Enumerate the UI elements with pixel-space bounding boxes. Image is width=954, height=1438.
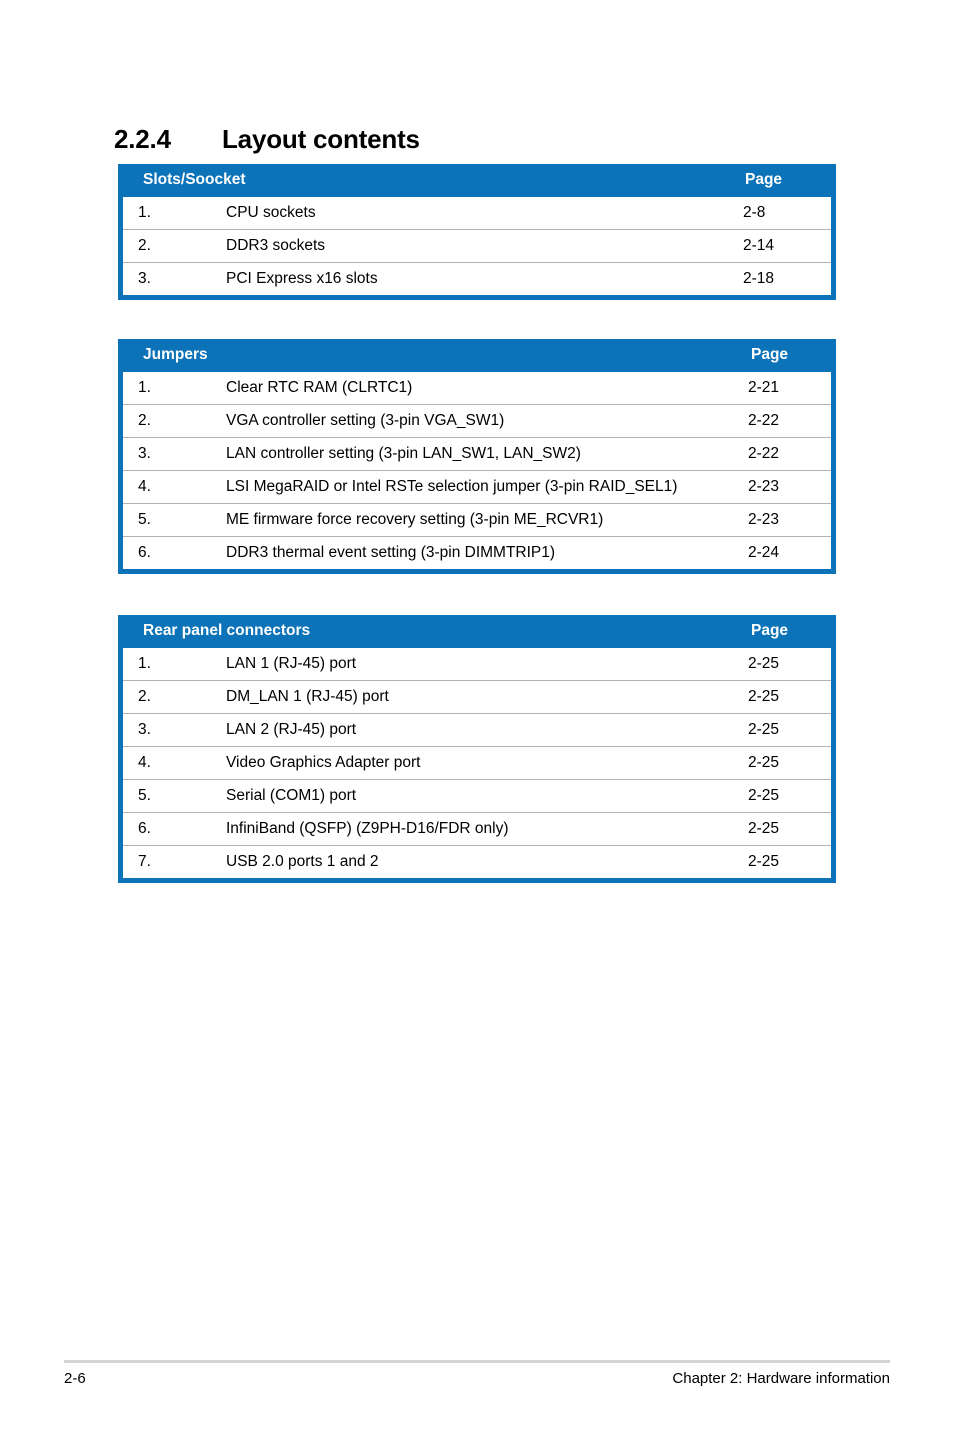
row-label: Clear RTC RAM (CLRTC1) [226, 379, 413, 396]
table-header-row: Jumpers Page [123, 339, 831, 372]
row-label: CPU sockets [226, 204, 316, 221]
row-label: Video Graphics Adapter port [226, 754, 421, 771]
table-body: 1. Clear RTC RAM (CLRTC1) 2-21 2. VGA co… [123, 372, 831, 569]
table-row: 6. InfiniBand (QSFP) (Z9PH-D16/FDR only)… [123, 812, 831, 845]
footer-chapter-label: Chapter 2: Hardware information [672, 1370, 890, 1387]
row-index: 1. [138, 204, 151, 221]
section-title: Layout contents [222, 124, 420, 155]
table-row: 1. LAN 1 (RJ-45) port 2-25 [123, 648, 831, 680]
row-label: InfiniBand (QSFP) (Z9PH-D16/FDR only) [226, 820, 509, 837]
footer-page-number: 2-6 [64, 1370, 86, 1387]
table-row: 4. Video Graphics Adapter port 2-25 [123, 746, 831, 779]
document-page: 2.2.4 Layout contents Slots/Soocket Page … [0, 0, 954, 1438]
table-row: 5. ME firmware force recovery setting (3… [123, 503, 831, 536]
row-page: 2-22 [748, 412, 780, 429]
row-label: PCI Express x16 slots [226, 270, 378, 287]
table-row: 1. CPU sockets 2-8 [123, 197, 831, 229]
row-page: 2-22 [748, 445, 780, 462]
column-header-page: Page [745, 171, 783, 188]
table-body: 1. CPU sockets 2-8 2. DDR3 sockets 2-14 … [123, 197, 831, 295]
row-label: USB 2.0 ports 1 and 2 [226, 853, 379, 870]
row-index: 3. [138, 270, 151, 287]
row-page: 2-25 [748, 754, 780, 771]
row-page: 2-25 [748, 853, 780, 870]
row-index: 1. [138, 379, 151, 396]
row-label: LAN controller setting (3-pin LAN_SW1, L… [226, 445, 581, 462]
row-page: 2-25 [748, 721, 780, 738]
row-index: 4. [138, 754, 151, 771]
row-page: 2-18 [743, 270, 775, 287]
row-page: 2-25 [748, 688, 780, 705]
table-header-row: Rear panel connectors Page [123, 615, 831, 648]
table-row: 5. Serial (COM1) port 2-25 [123, 779, 831, 812]
table-row: 7. USB 2.0 ports 1 and 2 2-25 [123, 845, 831, 878]
row-index: 2. [138, 412, 151, 429]
table-rear-panel-connectors: Rear panel connectors Page 1. LAN 1 (RJ-… [118, 615, 836, 883]
row-label: Serial (COM1) port [226, 787, 357, 804]
row-index: 4. [138, 478, 151, 495]
column-header-page: Page [751, 346, 789, 363]
table-slots-soocket: Slots/Soocket Page 1. CPU sockets 2-8 2.… [118, 164, 836, 300]
column-header-name: Slots/Soocket [143, 171, 246, 188]
row-index: 7. [138, 853, 151, 870]
table-body: 1. LAN 1 (RJ-45) port 2-25 2. DM_LAN 1 (… [123, 648, 831, 878]
row-index: 5. [138, 511, 151, 528]
row-index: 6. [138, 820, 151, 837]
row-index: 2. [138, 237, 151, 254]
table-row: 1. Clear RTC RAM (CLRTC1) 2-21 [123, 372, 831, 404]
table-row: 4. LSI MegaRAID or Intel RSTe selection … [123, 470, 831, 503]
row-page: 2-23 [748, 478, 780, 495]
row-page: 2-21 [748, 379, 780, 396]
row-page: 2-25 [748, 820, 780, 837]
row-page: 2-25 [748, 787, 780, 804]
table-jumpers: Jumpers Page 1. Clear RTC RAM (CLRTC1) 2… [118, 339, 836, 574]
row-label: ME firmware force recovery setting (3-pi… [226, 511, 604, 528]
row-index: 3. [138, 721, 151, 738]
row-page: 2-23 [748, 511, 780, 528]
column-header-page: Page [751, 622, 789, 639]
row-label: VGA controller setting (3-pin VGA_SW1) [226, 412, 505, 429]
row-label: LAN 2 (RJ-45) port [226, 721, 357, 738]
row-index: 2. [138, 688, 151, 705]
row-label: DDR3 thermal event setting (3-pin DIMMTR… [226, 544, 556, 561]
column-header-name: Jumpers [143, 346, 208, 363]
row-page: 2-14 [743, 237, 775, 254]
row-label: DM_LAN 1 (RJ-45) port [226, 688, 389, 705]
row-label: LAN 1 (RJ-45) port [226, 655, 357, 672]
table-row: 2. DM_LAN 1 (RJ-45) port 2-25 [123, 680, 831, 713]
table-row: 3. LAN controller setting (3-pin LAN_SW1… [123, 437, 831, 470]
table-row: 3. PCI Express x16 slots 2-18 [123, 262, 831, 295]
row-index: 3. [138, 445, 151, 462]
row-label: LSI MegaRAID or Intel RSTe selection jum… [226, 478, 678, 495]
table-row: 2. DDR3 sockets 2-14 [123, 229, 831, 262]
section-number: 2.2.4 [114, 124, 171, 155]
row-index: 6. [138, 544, 151, 561]
row-index: 1. [138, 655, 151, 672]
row-index: 5. [138, 787, 151, 804]
row-page: 2-24 [748, 544, 780, 561]
footer-divider [64, 1360, 890, 1363]
row-page: 2-8 [743, 204, 766, 221]
table-row: 6. DDR3 thermal event setting (3-pin DIM… [123, 536, 831, 569]
column-header-name: Rear panel connectors [143, 622, 311, 639]
table-row: 3. LAN 2 (RJ-45) port 2-25 [123, 713, 831, 746]
row-page: 2-25 [748, 655, 780, 672]
page-title: 2.2.4 Layout contents [114, 124, 854, 155]
row-label: DDR3 sockets [226, 237, 326, 254]
table-header-row: Slots/Soocket Page [123, 164, 831, 197]
table-row: 2. VGA controller setting (3-pin VGA_SW1… [123, 404, 831, 437]
